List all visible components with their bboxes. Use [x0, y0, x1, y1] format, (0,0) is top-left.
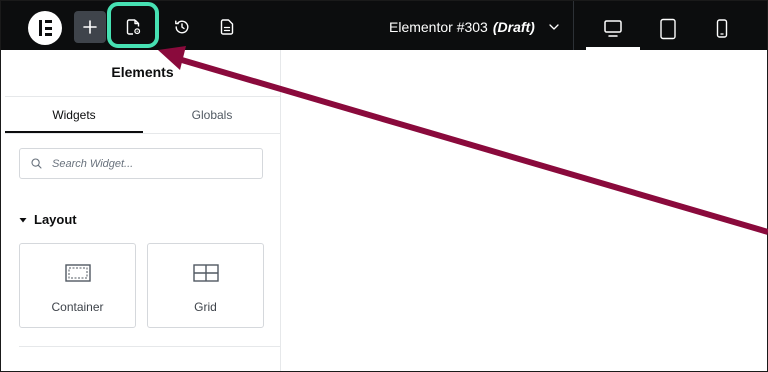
top-bar: Elementor #303 (Draft): [1, 1, 767, 50]
search-widget-box: [19, 148, 263, 179]
add-element-button[interactable]: [74, 11, 106, 43]
panel-divider: [19, 346, 280, 347]
preview-canvas[interactable]: [281, 50, 767, 371]
grid-icon: [193, 264, 219, 282]
desktop-view-button[interactable]: [586, 7, 640, 50]
widget-grid[interactable]: Grid: [147, 243, 264, 328]
mobile-icon: [716, 18, 728, 38]
structure-document-icon: [220, 19, 234, 35]
editor-window: Elementor #303 (Draft) Elements Widgets …: [0, 0, 768, 372]
chevron-down-icon: [549, 24, 559, 30]
desktop-icon: [604, 19, 622, 37]
search-widget-input[interactable]: [50, 156, 254, 171]
document-title-dropdown[interactable]: Elementor #303 (Draft): [389, 18, 559, 36]
widget-container[interactable]: Container: [19, 243, 136, 328]
tablet-icon: [660, 18, 676, 39]
tab-globals[interactable]: Globals: [143, 97, 281, 132]
widget-label: Grid: [194, 300, 217, 314]
history-icon: [175, 20, 189, 34]
tab-widgets[interactable]: Widgets: [5, 97, 143, 133]
highlight-box: [107, 2, 159, 48]
caret-down-icon: [19, 217, 27, 222]
document-status: (Draft): [492, 19, 535, 35]
plus-icon: [83, 20, 97, 34]
tablet-view-button[interactable]: [641, 7, 695, 50]
category-layout-header[interactable]: Layout: [19, 212, 77, 227]
elementor-logo-icon[interactable]: [28, 11, 62, 45]
elements-panel: Elements Widgets Globals Layout Containe…: [5, 50, 281, 371]
document-name: Elementor #303: [389, 19, 488, 35]
search-icon: [31, 158, 42, 169]
structure-button[interactable]: [211, 11, 243, 43]
panel-title: Elements: [111, 64, 174, 80]
history-button[interactable]: [166, 11, 198, 43]
category-label: Layout: [34, 212, 77, 227]
widget-label: Container: [51, 300, 104, 314]
container-icon: [65, 264, 91, 282]
panel-tabs: Widgets Globals: [5, 96, 280, 134]
mobile-view-button[interactable]: [695, 7, 749, 50]
toolbar-divider: [573, 1, 574, 50]
